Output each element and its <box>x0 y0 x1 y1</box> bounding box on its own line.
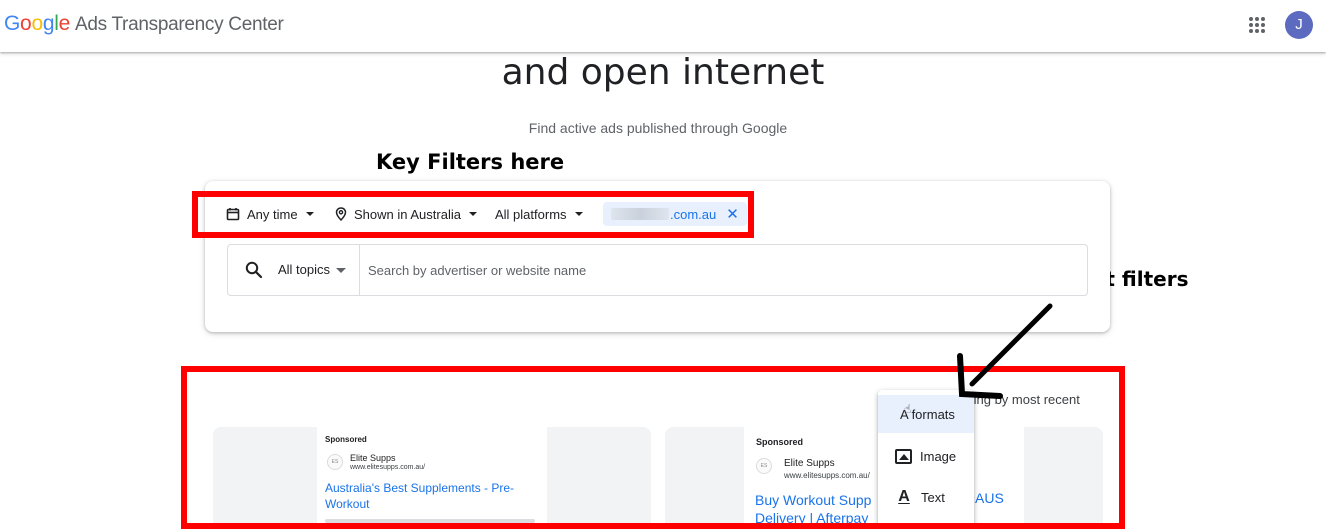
menu-item-label: Image <box>920 448 957 464</box>
ad-headline-tail: AUS <box>975 490 1004 506</box>
topics-dropdown[interactable]: All topics <box>278 262 347 277</box>
logo-letter: G <box>4 12 21 35</box>
account-avatar[interactable]: J <box>1285 11 1313 39</box>
search-icon[interactable] <box>245 261 263 279</box>
close-icon[interactable]: ✕ <box>726 205 739 223</box>
advertiser-url: www.elitesupps.com.au/ <box>350 464 426 471</box>
ad-card[interactable]: Sponsored ES Elite Supps www.elitesupps.… <box>213 427 651 529</box>
domain-suffix: .com.au <box>670 206 717 222</box>
location-pin-icon <box>335 207 347 221</box>
topics-label: All topics <box>278 262 331 277</box>
menu-item-text[interactable]: A Text <box>878 478 974 516</box>
chevron-down-icon <box>574 212 583 216</box>
calendar-icon <box>226 208 240 221</box>
advertiser-url: www.elitesupps.com.au/ <box>784 471 870 480</box>
caret-down-icon <box>336 268 347 274</box>
chevron-down-icon <box>305 212 314 216</box>
annotation-arrow-icon <box>957 303 1053 399</box>
search-input[interactable] <box>368 255 1068 285</box>
ad-preview: Sponsored ES Elite Supps www.elitesupps.… <box>317 427 547 529</box>
search-bar: All topics <box>227 244 1088 296</box>
advertiser-logo: ES <box>327 454 343 470</box>
sponsored-label: Sponsored <box>756 437 804 447</box>
platform-label: All platforms <box>495 206 567 222</box>
search-divider <box>359 245 360 295</box>
hero-subtitle: Find active ads published through Google <box>528 120 788 136</box>
annotation-key-filters: Key Filters here <box>376 150 565 174</box>
region-label: Shown in Australia <box>354 206 461 222</box>
hero-title: and open internet <box>501 52 825 93</box>
google-apps-grid-icon[interactable] <box>1247 15 1267 35</box>
product-name: Ads Transparency Center <box>74 14 284 35</box>
image-icon <box>895 448 912 464</box>
logo-letter: g <box>42 12 55 35</box>
ad-description-line <box>325 519 535 523</box>
logo-letter: o <box>31 12 43 35</box>
date-range-filter[interactable]: Any time <box>226 201 314 227</box>
format-filter-menu: A formats Image A Text <box>878 390 974 529</box>
logo-letter: o <box>20 12 32 35</box>
logo-letter: e <box>58 12 71 35</box>
menu-item-image[interactable]: Image <box>878 437 974 475</box>
region-filter[interactable]: Shown in Australia <box>335 201 477 227</box>
advertiser-name: Elite Supps <box>350 453 396 463</box>
redacted-domain <box>611 208 669 220</box>
top-app-bar: Google Ads Transparency Center J <box>0 0 1326 52</box>
hand-cursor-icon: ☝ <box>904 402 912 416</box>
menu-item-label: Text <box>921 489 945 505</box>
platform-filter[interactable]: All platforms <box>495 201 583 227</box>
sponsored-label: Sponsored <box>325 435 367 444</box>
chevron-down-icon <box>468 212 477 216</box>
ad-headline: Australia's Best Supplements - Pre-Worko… <box>325 481 515 511</box>
advertiser-domain-chip[interactable]: .com.au ✕ <box>603 202 747 226</box>
google-ads-transparency-logo[interactable]: Google Ads Transparency Center <box>4 12 284 36</box>
advertiser-name: Elite Supps <box>784 458 835 469</box>
text-format-icon: A <box>898 488 910 505</box>
date-range-label: Any time <box>247 206 298 222</box>
advertiser-logo: ES <box>756 458 772 474</box>
